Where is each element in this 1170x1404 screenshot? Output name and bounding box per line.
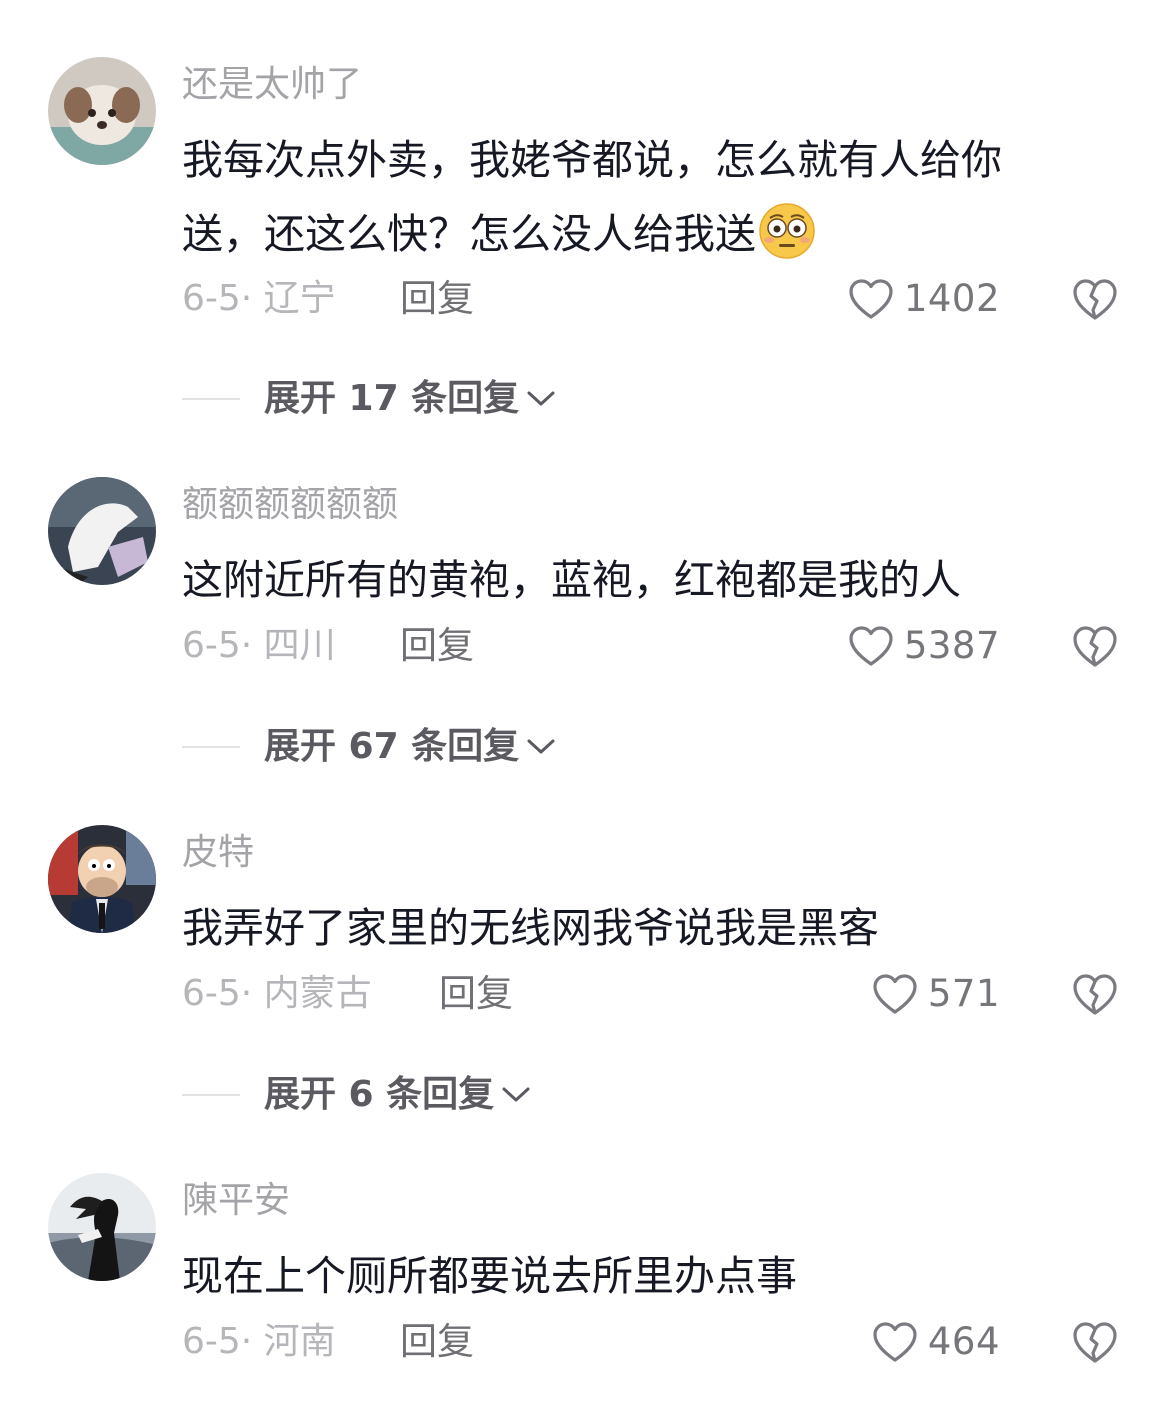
reply-button[interactable]: 回复 <box>400 1318 474 1366</box>
like-button[interactable]: 5387 <box>848 622 1000 670</box>
divider-line <box>182 746 240 748</box>
like-button[interactable]: 464 <box>872 1318 1000 1366</box>
expand-replies-label: 展开 6 条回复 <box>264 1074 495 1115</box>
broken-heart-icon[interactable] <box>1072 622 1118 670</box>
comment-text: 这附近所有的黄袍，蓝袍，红袍都是我的人 <box>182 543 1082 617</box>
username[interactable]: 皮特 <box>182 829 254 877</box>
expand-replies-label: 展开 67 条回复 <box>264 726 520 767</box>
like-button[interactable]: 571 <box>872 970 1000 1018</box>
expand-replies-label: 展开 17 条回复 <box>264 378 520 419</box>
username[interactable]: 额额额额额额 <box>182 481 398 529</box>
date-location: 6-5· 内蒙古 <box>182 973 372 1014</box>
broken-heart-icon[interactable] <box>1072 970 1118 1018</box>
broken-heart-icon[interactable] <box>1072 1318 1118 1366</box>
comment-text: 我弄好了家里的无线网我爷说我是黑客 <box>182 891 1082 965</box>
expand-replies-button[interactable]: 展开 17 条回复 <box>182 375 557 423</box>
date-location: 6-5· 河南 <box>182 1321 336 1362</box>
divider-line <box>182 398 240 400</box>
comment-text-body: 我弄好了家里的无线网我爷说我是黑客 <box>182 904 879 952</box>
reply-button[interactable]: 回复 <box>439 970 513 1018</box>
heart-outline-icon <box>873 1322 917 1362</box>
chevron-down-icon <box>502 1087 530 1102</box>
heart-outline-icon <box>873 974 917 1014</box>
chevron-down-icon <box>527 391 555 406</box>
like-button[interactable]: 1402 <box>848 275 1000 323</box>
broken-heart-icon[interactable] <box>1072 275 1118 323</box>
divider-line <box>182 1094 240 1096</box>
reply-button[interactable]: 回复 <box>400 275 474 323</box>
date-location: 6-5· 四川 <box>182 625 336 666</box>
comment-text-body: 这附近所有的黄袍，蓝袍，红袍都是我的人 <box>182 556 961 604</box>
expand-replies-button[interactable]: 展开 67 条回复 <box>182 723 557 771</box>
like-count: 464 <box>927 1320 1000 1363</box>
comment-text: 我每次点外卖，我姥爷都说，怎么就有人给你送，还这么快？怎么没人给我送 <box>182 123 1082 271</box>
comment-text-body: 现在上个厕所都要说去所里办点事 <box>182 1252 797 1300</box>
like-count: 5387 <box>903 624 1000 667</box>
flushed-face-emoji-icon <box>759 203 815 259</box>
like-count: 1402 <box>903 277 1000 320</box>
comment-text: 现在上个厕所都要说去所里办点事 <box>182 1239 1082 1313</box>
date-location: 6-5· 辽宁 <box>182 278 336 319</box>
avatar[interactable] <box>48 825 156 933</box>
chevron-down-icon <box>527 739 555 754</box>
like-count: 571 <box>927 972 1000 1015</box>
expand-replies-button[interactable]: 展开 6 条回复 <box>182 1071 532 1119</box>
username[interactable]: 还是太帅了 <box>182 61 362 109</box>
heart-outline-icon <box>849 626 893 666</box>
heart-outline-icon <box>849 279 893 319</box>
reply-button[interactable]: 回复 <box>400 622 474 670</box>
comment-text-body: 我每次点外卖，我姥爷都说，怎么就有人给你送，还这么快？怎么没人给我送 <box>182 136 1002 258</box>
avatar[interactable] <box>48 57 156 165</box>
avatar[interactable] <box>48 477 156 585</box>
username[interactable]: 陳平安 <box>182 1177 290 1225</box>
avatar[interactable] <box>48 1173 156 1281</box>
